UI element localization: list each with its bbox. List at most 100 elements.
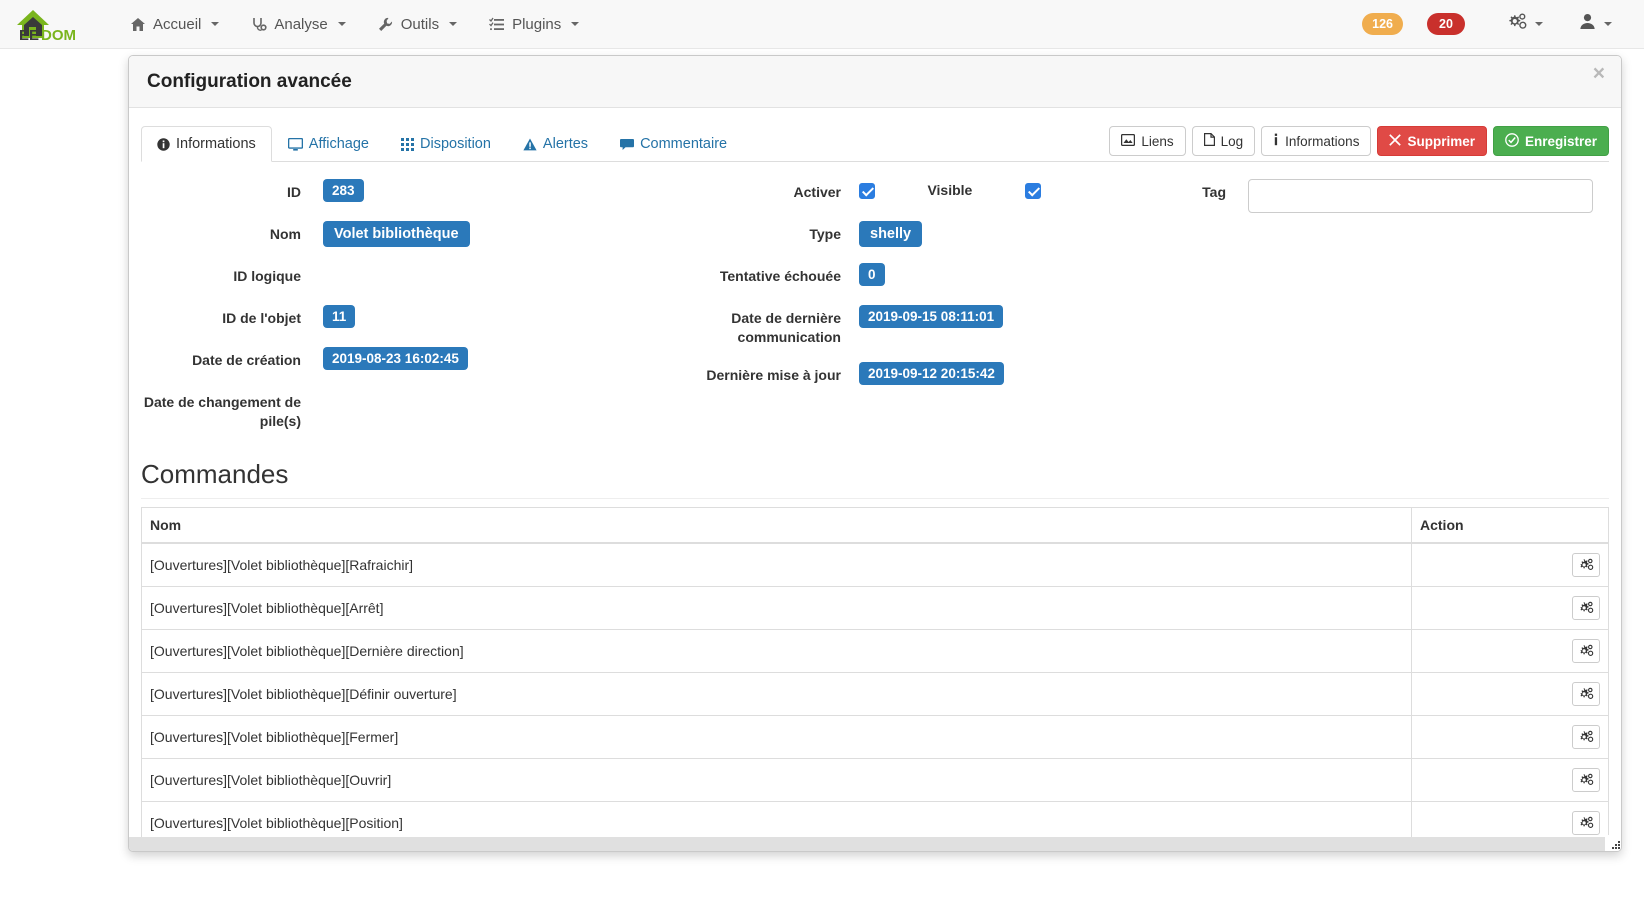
commandes-table: Nom Action [Ouvertures][Volet bibliothèq… xyxy=(141,506,1609,837)
wrench-icon xyxy=(378,17,394,32)
gears-icon[interactable] xyxy=(1572,810,1600,835)
field-label: Date de création xyxy=(192,352,301,368)
tab-alertes[interactable]: Alertes xyxy=(507,126,604,162)
command-action xyxy=(1411,628,1609,673)
command-action xyxy=(1411,800,1609,837)
table-row[interactable]: [Ouvertures][Volet bibliothèque][Fermer] xyxy=(141,714,1609,759)
danger-badge[interactable]: 20 xyxy=(1427,13,1465,35)
comment-icon xyxy=(620,138,635,151)
configuration-avancee-modal: Configuration avancée × Informations Aff… xyxy=(128,55,1622,852)
table-row[interactable]: [Ouvertures][Volet bibliothèque][Rafraic… xyxy=(141,542,1609,587)
tab-bar: Informations Affichage Disposition Alert… xyxy=(141,120,1609,162)
field-date-changement-pile: Date de changement de pile(s) xyxy=(141,386,641,431)
nav-item-label: Accueil xyxy=(153,15,202,33)
button-label: Log xyxy=(1220,133,1244,149)
supprimer-button[interactable]: Supprimer xyxy=(1377,126,1487,156)
link-image-icon xyxy=(1121,133,1136,149)
field-label: Type xyxy=(809,226,841,242)
table-body: [Ouvertures][Volet bibliothèque][Rafraic… xyxy=(141,542,1609,837)
command-name: [Ouvertures][Volet bibliothèque][Dernièr… xyxy=(141,628,1412,673)
field-label: Tag xyxy=(1202,184,1226,200)
desktop-icon xyxy=(287,137,303,151)
gears-icon[interactable] xyxy=(1572,595,1600,620)
derniere-communication-value: 2019-09-15 08:11:01 xyxy=(859,305,1004,328)
chevron-down-icon xyxy=(337,22,346,26)
log-button[interactable]: Log xyxy=(1191,126,1256,156)
tab-label: Commentaire xyxy=(640,136,728,152)
command-action xyxy=(1411,757,1609,802)
file-icon xyxy=(1203,133,1215,149)
field-label: ID logique xyxy=(233,268,301,284)
gears-icon xyxy=(1507,12,1527,36)
grid-icon xyxy=(401,137,414,151)
field-id-logique: ID logique xyxy=(141,260,641,290)
visible-checkbox[interactable] xyxy=(1024,182,1041,199)
modal-header: Configuration avancée × xyxy=(129,56,1621,108)
table-row[interactable]: [Ouvertures][Volet bibliothèque][Ouvrir] xyxy=(141,757,1609,802)
chevron-down-icon xyxy=(449,22,458,26)
table-row[interactable]: [Ouvertures][Volet bibliothèque][Définir… xyxy=(141,671,1609,716)
tag-input[interactable] xyxy=(1248,179,1593,213)
gears-icon[interactable] xyxy=(1572,638,1600,663)
field-date-creation: Date de création 2019-08-23 16:02:45 xyxy=(141,344,641,374)
field-label: ID xyxy=(287,184,301,200)
activer-checkbox[interactable] xyxy=(859,182,875,199)
form-column-middle: Activer Visible Type shelly Tentative éc… xyxy=(641,176,1121,443)
tab-commentaire[interactable]: Commentaire xyxy=(604,126,743,162)
button-label: Enregistrer xyxy=(1524,133,1597,149)
button-label: Informations xyxy=(1285,133,1360,149)
times-icon xyxy=(1389,133,1402,149)
field-derniere-mise-a-jour: Dernière mise à jour 2019-09-12 20:15:42 xyxy=(641,359,1121,389)
chevron-down-icon xyxy=(1535,22,1543,26)
table-row[interactable]: [Ouvertures][Volet bibliothèque][Arrêt] xyxy=(141,585,1609,630)
tab-disposition[interactable]: Disposition xyxy=(385,126,507,162)
nav-item-accueil[interactable]: Accueil xyxy=(114,0,235,49)
field-id: ID 283 xyxy=(141,176,641,206)
informations-button[interactable]: Informations xyxy=(1261,126,1372,156)
field-label: Nom xyxy=(269,226,301,242)
gears-icon[interactable] xyxy=(1572,767,1600,792)
command-name: [Ouvertures][Volet bibliothèque][Rafraic… xyxy=(141,542,1412,587)
svg-text:EE: EE xyxy=(19,27,39,43)
jeedom-logo[interactable]: EE DOM xyxy=(8,0,90,49)
field-label: Tentative échouée xyxy=(719,268,841,284)
form-column-left: ID 283 Nom Volet bibliothèque ID logique… xyxy=(141,176,641,443)
chevron-down-icon xyxy=(211,22,220,26)
id-value: 283 xyxy=(323,179,364,202)
command-action xyxy=(1411,714,1609,759)
close-icon[interactable]: × xyxy=(1593,63,1605,84)
resize-handle-icon[interactable] xyxy=(1605,835,1621,851)
stethoscope-icon xyxy=(251,17,267,32)
command-action xyxy=(1411,585,1609,630)
nav-item-outils[interactable]: Outils xyxy=(362,0,473,49)
column-header-action: Action xyxy=(1411,507,1609,544)
warning-badge[interactable]: 126 xyxy=(1362,13,1403,35)
command-action xyxy=(1411,671,1609,716)
table-row[interactable]: [Ouvertures][Volet bibliothèque][Dernièr… xyxy=(141,628,1609,673)
command-action xyxy=(1411,542,1609,587)
table-header-row: Nom Action xyxy=(141,507,1609,544)
type-value: shelly xyxy=(859,221,923,247)
warning-triangle-icon xyxy=(523,138,537,151)
nav-item-analyse[interactable]: Analyse xyxy=(235,0,361,49)
table-row[interactable]: [Ouvertures][Volet bibliothèque][Positio… xyxy=(141,800,1609,837)
gears-icon[interactable] xyxy=(1572,724,1600,749)
gears-icon[interactable] xyxy=(1572,552,1600,577)
info-icon xyxy=(1273,133,1279,149)
command-name: [Ouvertures][Volet bibliothèque][Arrêt] xyxy=(141,585,1412,630)
column-header-nom: Nom xyxy=(141,507,1412,544)
gears-icon[interactable] xyxy=(1572,681,1600,706)
information-form: ID 283 Nom Volet bibliothèque ID logique… xyxy=(129,162,1621,443)
field-derniere-communication: Date de dernière communication 2019-09-1… xyxy=(641,302,1121,347)
chevron-down-icon xyxy=(571,22,580,26)
field-nom: Nom Volet bibliothèque xyxy=(141,218,641,248)
liens-button[interactable]: Liens xyxy=(1109,126,1186,156)
settings-menu-button[interactable] xyxy=(1489,0,1561,49)
navbar-right: 126 20 xyxy=(1362,0,1644,49)
enregistrer-button[interactable]: Enregistrer xyxy=(1492,126,1609,156)
home-icon xyxy=(130,17,146,32)
tab-affichage[interactable]: Affichage xyxy=(272,126,385,162)
nav-item-plugins[interactable]: Plugins xyxy=(473,0,595,49)
tab-informations[interactable]: Informations xyxy=(141,126,272,162)
user-menu-button[interactable] xyxy=(1561,0,1630,49)
